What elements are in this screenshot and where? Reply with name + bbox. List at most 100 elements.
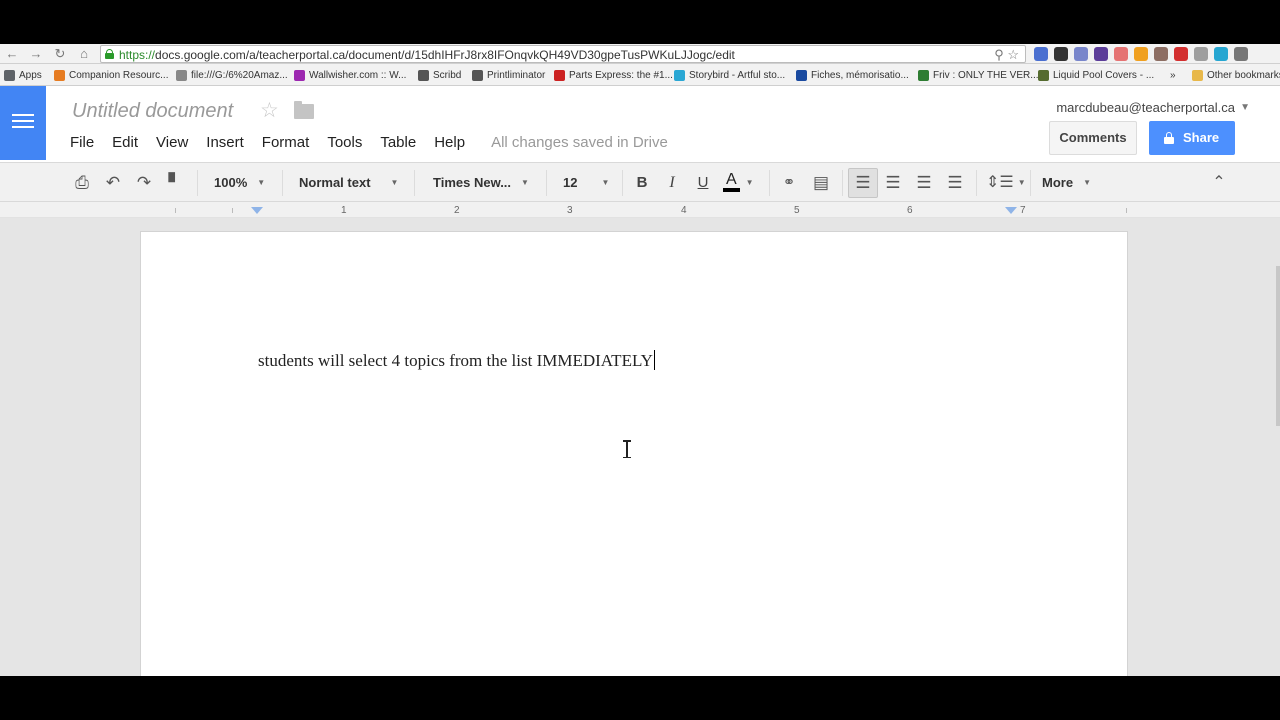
extension-icon[interactable]: [1154, 47, 1168, 61]
zoom-value: 100%: [214, 174, 248, 190]
account-email[interactable]: marcdubeau@teacherportal.ca: [1056, 100, 1235, 115]
justify-icon[interactable]: ☰: [944, 172, 966, 194]
bookmark-item[interactable]: Storybird - Artful sto...: [674, 68, 785, 82]
scrollbar-thumb[interactable]: [1276, 266, 1280, 426]
ruler-number: 3: [567, 205, 573, 216]
text-color-icon: A: [723, 172, 740, 192]
extension-icon[interactable]: [1174, 47, 1188, 61]
comments-button[interactable]: Comments: [1049, 121, 1137, 155]
undo-icon[interactable]: ↶: [102, 172, 124, 194]
bookmark-item[interactable]: Wallwisher.com :: W...: [294, 68, 406, 82]
font-value: Times New...: [433, 174, 512, 190]
chevron-down-icon: ▼: [257, 177, 266, 187]
chrome-menu-icon[interactable]: [1234, 47, 1248, 61]
back-icon[interactable]: ←: [4, 46, 20, 62]
zoom-select[interactable]: 100% ▼: [214, 163, 265, 201]
redo-icon[interactable]: ↷: [133, 172, 155, 194]
font-size-select[interactable]: 12 ▼: [563, 163, 609, 201]
style-select[interactable]: Normal text ▼: [299, 163, 398, 201]
bookmark-apps[interactable]: Apps: [4, 68, 42, 82]
extension-icon[interactable]: [1074, 47, 1088, 61]
extension-icon[interactable]: [1094, 47, 1108, 61]
bookmark-item[interactable]: Fiches, mémorisatio...: [796, 68, 909, 82]
bookmarks-bar: Apps Companion Resourc... file:///G:/6%2…: [0, 64, 1280, 86]
document-body-text[interactable]: students will select 4 topics from the l…: [258, 350, 656, 371]
document-page[interactable]: students will select 4 topics from the l…: [140, 231, 1128, 676]
bookmark-item[interactable]: file:///G:/6%20Amaz...: [176, 68, 288, 82]
ruler-number: 4: [681, 205, 687, 216]
extension-icon[interactable]: [1034, 47, 1048, 61]
underline-button[interactable]: U: [692, 172, 714, 194]
bookmark-item[interactable]: Printliminator: [472, 68, 545, 82]
lock-icon: [1164, 132, 1174, 144]
align-center-icon[interactable]: ☰: [882, 172, 904, 194]
extension-icon[interactable]: [1194, 47, 1208, 61]
toolbar-divider: [282, 170, 283, 196]
font-select[interactable]: Times New... ▼: [433, 163, 529, 201]
more-button[interactable]: More ▼: [1042, 163, 1091, 201]
account-caret-icon[interactable]: ▼: [1240, 102, 1250, 113]
menu-file[interactable]: File: [70, 134, 94, 151]
menu-format[interactable]: Format: [262, 134, 310, 151]
bookmark-star-icon[interactable]: ☆: [1007, 47, 1019, 62]
omnibox[interactable]: https://docs.google.com/a/teacherportal.…: [100, 45, 1026, 63]
share-label: Share: [1183, 130, 1220, 145]
star-icon[interactable]: ☆: [260, 98, 279, 123]
formatting-toolbar: ⎙ ↶ ↷ ▘ 100% ▼ Normal text ▼ Times New... ▼…: [0, 162, 1280, 202]
zoom-icon[interactable]: ⚲: [994, 47, 1004, 62]
insert-link-icon[interactable]: ⚭: [778, 172, 800, 194]
move-to-folder-icon[interactable]: [294, 101, 314, 119]
italic-button[interactable]: I: [661, 172, 683, 194]
chevron-down-icon: ▼: [521, 177, 529, 187]
bookmark-item[interactable]: Companion Resourc...: [54, 68, 169, 82]
bookmark-favicon: [554, 69, 565, 81]
extension-icon[interactable]: [1114, 47, 1128, 61]
ruler-tick: [175, 208, 176, 213]
app-menu-button[interactable]: [0, 86, 46, 160]
ruler-number: 1: [341, 205, 347, 216]
home-icon[interactable]: ⌂: [76, 46, 92, 62]
share-button[interactable]: Share: [1149, 121, 1235, 155]
bookmarks-overflow[interactable]: »: [1170, 68, 1176, 82]
vertical-scrollbar[interactable]: [1275, 218, 1280, 676]
bookmark-favicon: [796, 69, 807, 81]
menu-tools[interactable]: Tools: [327, 134, 362, 151]
toolbar-divider: [197, 170, 198, 196]
menu-edit[interactable]: Edit: [112, 134, 138, 151]
bookmark-item[interactable]: Liquid Pool Covers - ...: [1038, 68, 1154, 82]
bookmark-item[interactable]: Parts Express: the #1...: [554, 68, 673, 82]
extension-icon[interactable]: [1054, 47, 1068, 61]
menu-view[interactable]: View: [156, 134, 188, 151]
collapse-menus-icon[interactable]: ⌃: [1208, 172, 1230, 194]
text-color-button[interactable]: A ▼: [723, 163, 754, 201]
extension-icon[interactable]: [1214, 47, 1228, 61]
align-left-icon[interactable]: ☰: [852, 172, 874, 194]
insert-comment-icon[interactable]: ▤: [810, 172, 832, 194]
file-icon: [472, 69, 483, 81]
bookmark-favicon: [54, 69, 65, 81]
docs-menu-icon: [12, 114, 34, 130]
toolbar-divider: [414, 170, 415, 196]
bookmark-item[interactable]: Scribd: [418, 68, 461, 82]
right-indent-marker[interactable]: [1005, 207, 1017, 214]
print-icon[interactable]: ⎙: [71, 172, 93, 194]
left-indent-marker[interactable]: [251, 207, 263, 214]
line-spacing-button[interactable]: ⇕☰ ▼: [986, 163, 1026, 201]
bookmark-favicon: [1038, 69, 1049, 81]
menu-help[interactable]: Help: [434, 134, 465, 151]
align-right-icon[interactable]: ☰: [913, 172, 935, 194]
extension-icon[interactable]: [1134, 47, 1148, 61]
bold-button[interactable]: B: [631, 172, 653, 194]
document-title[interactable]: Untitled document: [72, 100, 233, 123]
bookmark-item[interactable]: Friv : ONLY THE VER...: [918, 68, 1039, 82]
save-status[interactable]: All changes saved in Drive: [491, 134, 668, 151]
forward-icon[interactable]: →: [28, 46, 44, 62]
style-value: Normal text: [299, 174, 371, 190]
menu-insert[interactable]: Insert: [206, 134, 244, 151]
reload-icon[interactable]: ↻: [52, 46, 68, 62]
extension-icons: [1034, 47, 1248, 61]
menu-table[interactable]: Table: [380, 134, 416, 151]
bookmark-favicon: [918, 69, 929, 81]
paint-format-icon[interactable]: ▘: [164, 172, 186, 194]
other-bookmarks[interactable]: Other bookmarks: [1192, 68, 1280, 82]
